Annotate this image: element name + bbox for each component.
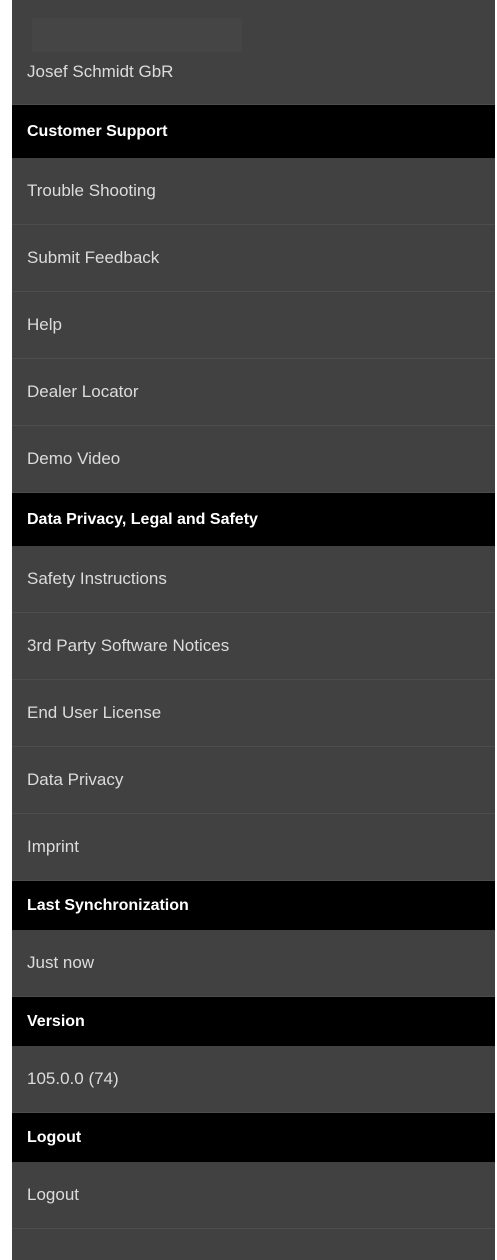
section-header-last-sync: Last Synchronization	[12, 881, 495, 930]
section-header-legal: Data Privacy, Legal and Safety	[12, 493, 495, 546]
settings-menu-panel: Josef Schmidt GbR Customer Support Troub…	[12, 0, 495, 1260]
logout-button[interactable]: Logout	[12, 1162, 495, 1229]
profile-placeholder	[32, 18, 242, 52]
menu-item-label: End User License	[27, 703, 162, 722]
version-value: 105.0.0 (74)	[27, 1069, 119, 1088]
menu-item-label: Safety Instructions	[27, 569, 167, 588]
menu-item-end-user-license[interactable]: End User License	[12, 680, 495, 747]
version-value-row: 105.0.0 (74)	[12, 1046, 495, 1113]
menu-item-label: Trouble Shooting	[27, 181, 156, 200]
menu-item-demo-video[interactable]: Demo Video	[12, 426, 495, 493]
menu-item-help[interactable]: Help	[12, 292, 495, 359]
menu-item-submit-feedback[interactable]: Submit Feedback	[12, 225, 495, 292]
menu-item-data-privacy[interactable]: Data Privacy	[12, 747, 495, 814]
menu-item-trouble-shooting[interactable]: Trouble Shooting	[12, 158, 495, 225]
menu-item-safety-instructions[interactable]: Safety Instructions	[12, 546, 495, 613]
last-sync-value: Just now	[27, 953, 95, 972]
section-header-customer-support: Customer Support	[12, 105, 495, 158]
account-name-label: Josef Schmidt GbR	[27, 62, 174, 81]
menu-item-dealer-locator[interactable]: Dealer Locator	[12, 359, 495, 426]
menu-item-label: Submit Feedback	[27, 248, 160, 267]
menu-item-label: Imprint	[27, 837, 79, 856]
account-name-row[interactable]: Josef Schmidt GbR	[12, 0, 495, 105]
menu-item-label: Demo Video	[27, 449, 121, 468]
last-sync-value-row: Just now	[12, 930, 495, 997]
logout-label: Logout	[27, 1185, 79, 1204]
menu-item-imprint[interactable]: Imprint	[12, 814, 495, 881]
menu-item-label: Dealer Locator	[27, 382, 139, 401]
section-header-logout: Logout	[12, 1113, 495, 1162]
menu-item-label: Data Privacy	[27, 770, 124, 789]
section-header-version: Version	[12, 997, 495, 1046]
menu-item-third-party-notices[interactable]: 3rd Party Software Notices	[12, 613, 495, 680]
menu-item-label: 3rd Party Software Notices	[27, 636, 230, 655]
menu-item-label: Help	[27, 315, 62, 334]
